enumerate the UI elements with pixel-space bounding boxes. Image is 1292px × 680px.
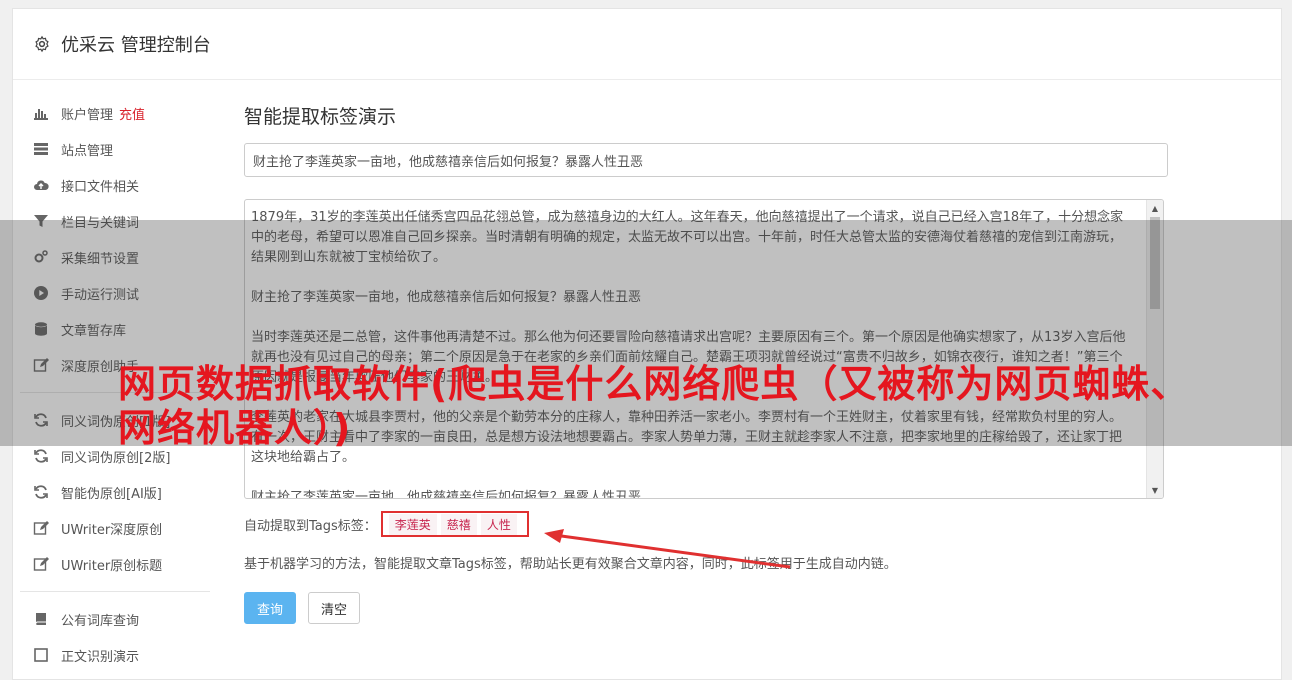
sidebar-item-deep-original[interactable]: 深度原创助手 — [20, 347, 210, 383]
sidebar-item-article-store[interactable]: 文章暂存库 — [20, 311, 210, 347]
sidebar-item-label: 同义词伪原创[2版] — [61, 450, 171, 466]
filter-icon — [32, 214, 49, 229]
refresh-icon — [32, 413, 49, 428]
sidebar-item-label: 接口文件相关 — [61, 179, 140, 195]
sidebar-item-label: 深度原创助手 — [61, 359, 140, 375]
sidebar-item-api-files[interactable]: 接口文件相关 — [20, 167, 210, 203]
sidebar-item-label: UWriter深度原创 — [61, 522, 163, 538]
sidebar-item-public-dict[interactable]: 公有词库查询 — [20, 601, 210, 637]
article-paragraph: 李莲英的老家在大城县李贾村，他的父亲是个勤劳本分的庄稼人，靠种田养活一家老小。李… — [251, 410, 1123, 465]
article-paragraph: 财主抢了李莲英家一亩地，他成慈禧亲信后如何报复？暴露人性丑恶 — [251, 490, 642, 499]
section-title: 智能提取标签演示 — [244, 106, 397, 128]
sidebar-item-text-recognition[interactable]: 正文识别演示 — [20, 637, 210, 673]
tag-item: 李莲英 — [388, 513, 437, 535]
article-content: 1879年，31岁的李莲英出任储秀宫四品花翎总管，成为慈禧身边的大红人。这年春天… — [245, 200, 1163, 499]
sidebar-item-sites[interactable]: 站点管理 — [20, 131, 210, 167]
sidebar-item-collect-settings[interactable]: 采集细节设置 — [20, 239, 210, 275]
button-row: 查询 清空 — [244, 592, 1166, 624]
sidebar-item-label: 文章暂存库 — [61, 323, 127, 339]
scrollbar-thumb[interactable] — [1150, 217, 1160, 309]
sidebar-item-label: 栏目与关键词 — [61, 215, 140, 231]
edit-icon — [32, 358, 49, 373]
article-paragraph: 当时李莲英还是二总管，这件事他再清楚不过。那么他为何还要冒险向慈禧请求出宫呢？主… — [251, 330, 1126, 385]
recharge-link[interactable]: 充值 — [119, 104, 145, 123]
sidebar-divider — [20, 392, 210, 393]
refresh-icon — [32, 449, 49, 464]
scroll-down-icon[interactable]: ▼ — [1147, 482, 1163, 498]
sidebar-divider — [20, 591, 210, 592]
panel-header: 优采云 管理控制台 — [13, 9, 1281, 80]
sidebar-item-synonym-v2[interactable]: 同义词伪原创[2版] — [20, 438, 210, 474]
article-paragraph: 财主抢了李莲英家一亩地，他成慈禧亲信后如何报复？暴露人性丑恶 — [251, 290, 642, 305]
sidebar-item-label: 手动运行测试 — [61, 287, 140, 303]
main-content: 智能提取标签演示 1879年，31岁的李莲英出任储秀宫四品花翎总管，成为慈禧身边… — [244, 98, 1168, 624]
sidebar-item-label: 智能伪原创[AI版] — [61, 486, 162, 502]
book-icon — [32, 612, 49, 627]
sidebar-item-uwriter-deep[interactable]: UWriter深度原创 — [20, 510, 210, 546]
tags-row: 自动提取到Tags标签： 李莲英 慈禧 人性 — [244, 511, 1166, 537]
sidebar-item-ai-rewrite[interactable]: 智能伪原创[AI版] — [20, 474, 210, 510]
sidebar-item-label: 账户管理 — [61, 107, 114, 123]
sidebar-item-label: 公有词库查询 — [61, 613, 140, 629]
sidebar-item-label: 同义词伪原创[1版] — [61, 414, 171, 430]
sidebar-item-account[interactable]: 账户管理 充值 — [20, 95, 210, 131]
edit-icon — [32, 521, 49, 536]
sidebar-item-label: UWriter原创标题 — [61, 558, 163, 574]
sidebar-item-uwriter-title[interactable]: UWriter原创标题 — [20, 546, 210, 582]
tags-label: 自动提取到Tags标签： — [244, 518, 377, 534]
help-text: 基于机器学习的方法，智能提取文章Tags标签，帮助站长更有效聚合文章内容，同时，… — [244, 557, 897, 572]
tags-highlight-box: 李莲英 慈禧 人性 — [380, 511, 529, 537]
cloud-upload-icon — [32, 178, 49, 193]
server-icon — [32, 142, 49, 157]
cogs-icon — [32, 250, 49, 265]
textarea-scrollbar[interactable]: ▲ ▼ — [1146, 200, 1163, 498]
sidebar-item-columns-keywords[interactable]: 栏目与关键词 — [20, 203, 210, 239]
edit-icon — [32, 557, 49, 572]
page-title: 优采云 管理控制台 — [61, 35, 211, 56]
title-input[interactable] — [244, 143, 1168, 177]
gear-icon — [35, 35, 49, 53]
sidebar-item-label: 采集细节设置 — [61, 251, 140, 267]
article-textarea[interactable]: 1879年，31岁的李莲英出任储秀宫四品花翎总管，成为慈禧身边的大红人。这年春天… — [244, 199, 1164, 499]
sidebar: 账户管理 充值 站点管理 接口文件相关 栏目与关键词 采集细节设置 手动运行测试… — [20, 95, 210, 673]
bar-chart-icon — [32, 106, 49, 121]
sidebar-item-manual-run[interactable]: 手动运行测试 — [20, 275, 210, 311]
article-paragraph: 1879年，31岁的李莲英出任储秀宫四品花翎总管，成为慈禧身边的大红人。这年春天… — [251, 210, 1124, 265]
tag-item: 慈禧 — [440, 513, 477, 535]
square-icon — [32, 648, 49, 663]
sidebar-item-label: 正文识别演示 — [61, 649, 140, 665]
tag-item: 人性 — [480, 513, 517, 535]
database-icon — [32, 322, 49, 337]
play-circle-icon — [32, 286, 49, 301]
refresh-icon — [32, 485, 49, 500]
query-button[interactable]: 查询 — [244, 592, 297, 624]
sidebar-item-synonym-v1[interactable]: 同义词伪原创[1版] — [20, 402, 210, 438]
clear-button[interactable]: 清空 — [308, 592, 361, 624]
sidebar-item-label: 站点管理 — [61, 143, 114, 159]
scroll-up-icon[interactable]: ▲ — [1147, 200, 1163, 216]
